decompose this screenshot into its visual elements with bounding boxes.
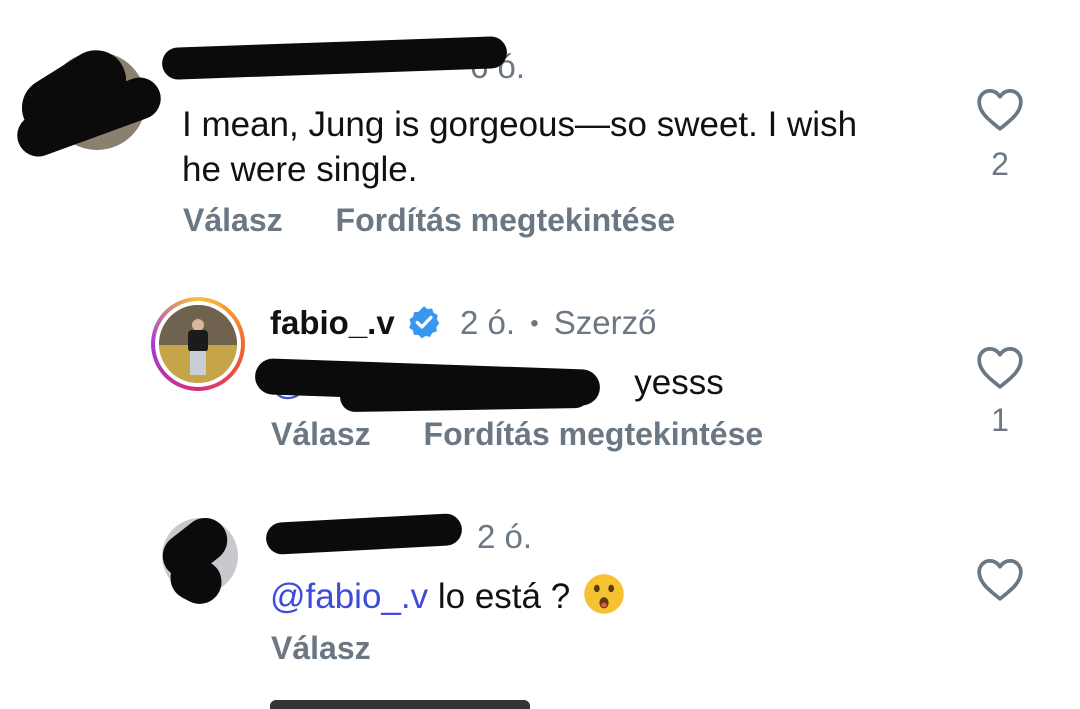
author-badge: Szerző bbox=[553, 304, 657, 341]
comment-body: lo está ? bbox=[437, 577, 571, 616]
comment-text: @fabio_.v lo está ? bbox=[270, 572, 910, 619]
separator: • bbox=[530, 310, 539, 337]
comment-actions: Válasz Fordítás megtekintése bbox=[271, 416, 807, 453]
astonished-face-emoji bbox=[584, 574, 624, 614]
heart-outline-icon[interactable] bbox=[975, 556, 1025, 602]
reply-button[interactable]: Válasz bbox=[271, 416, 371, 452]
comment-time: 2 ó. bbox=[460, 304, 516, 341]
like-count: 2 bbox=[991, 146, 1009, 182]
next-comment-partial bbox=[270, 700, 530, 709]
heart-outline-icon[interactable] bbox=[975, 344, 1025, 390]
comment-item: fabio_.v 2 ó. • Szerző @ yesss Válasz Fo… bbox=[0, 270, 1080, 480]
comment-body: yesss bbox=[634, 363, 724, 402]
mention-redaction bbox=[339, 377, 591, 413]
verified-badge-icon bbox=[409, 306, 440, 339]
reply-button[interactable]: Válasz bbox=[183, 202, 283, 238]
username[interactable]: fabio_.v bbox=[270, 304, 395, 342]
comment-item: 2 ó. @fabio_.v lo está ? Válasz bbox=[0, 500, 1080, 709]
comment-meta: 2 ó. • Szerző bbox=[460, 304, 657, 342]
comment-actions: Válasz bbox=[271, 630, 415, 667]
see-translation-button[interactable]: Fordítás megtekintése bbox=[336, 202, 676, 238]
username-redaction bbox=[161, 35, 508, 81]
comment-text: I mean, Jung is gorgeous—so sweet. I wis… bbox=[182, 105, 858, 189]
mention-link[interactable]: @fabio_.v bbox=[270, 577, 428, 616]
comment-item: 6 ó. I mean, Jung is gorgeous—so sweet. … bbox=[0, 0, 1080, 260]
heart-outline-icon[interactable] bbox=[975, 86, 1025, 132]
see-translation-button[interactable]: Fordítás megtekintése bbox=[424, 416, 764, 452]
reply-button[interactable]: Válasz bbox=[271, 630, 371, 666]
like-count: 1 bbox=[991, 402, 1009, 438]
avatar bbox=[159, 305, 237, 383]
comment-actions: Válasz Fordítás megtekintése bbox=[183, 202, 719, 239]
comment-time: 2 ó. bbox=[477, 518, 533, 555]
username-redaction bbox=[265, 512, 463, 556]
avatar-story-ring[interactable] bbox=[151, 297, 245, 391]
